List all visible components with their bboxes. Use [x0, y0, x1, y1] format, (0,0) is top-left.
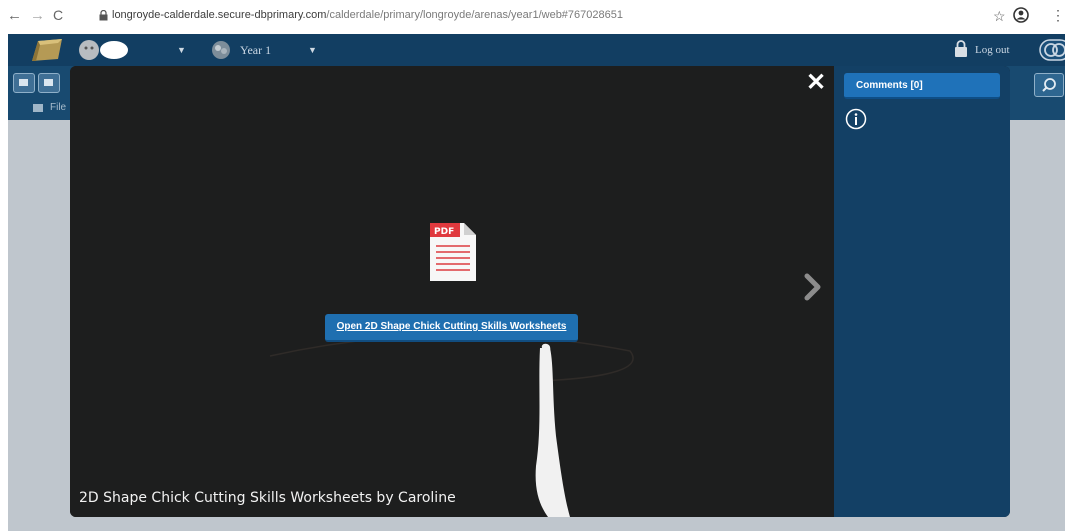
- comments-button[interactable]: Comments [0]: [844, 73, 1000, 99]
- db-primary-logo-icon[interactable]: [1039, 39, 1065, 61]
- forward-icon[interactable]: →: [30, 7, 45, 24]
- reload-icon[interactable]: C: [53, 7, 63, 23]
- address-bar[interactable]: longroyde-calderdale.secure-dbprimary.co…: [112, 9, 623, 21]
- info-icon[interactable]: [845, 108, 867, 130]
- next-arrow-icon[interactable]: [803, 272, 823, 302]
- browser-toolbar: ← → C longroyde-calderdale.secure-dbprim…: [0, 0, 1065, 34]
- url-path: /calderdale/primary/longroyde/arenas/yea…: [326, 9, 623, 21]
- account-icon[interactable]: [1013, 7, 1029, 23]
- open-file-button[interactable]: Open 2D Shape Chick Cutting Skills Works…: [325, 314, 578, 342]
- user-avatars-icon[interactable]: [78, 39, 130, 61]
- file-caption: 2D Shape Chick Cutting Skills Worksheets…: [79, 490, 456, 506]
- folder-icon: [33, 104, 43, 112]
- search-button[interactable]: [1034, 73, 1064, 97]
- app-header: ▼ Year 1 ▼ Log out: [8, 34, 1065, 66]
- kebab-menu-icon[interactable]: ⋮: [1051, 7, 1065, 24]
- back-icon[interactable]: ←: [7, 7, 22, 24]
- preview-area: PDF Open 2D Shape Chick Cutting Skills W…: [70, 66, 834, 517]
- background-artifact: [269, 333, 634, 517]
- folder-button[interactable]: [13, 73, 35, 93]
- files-label: File: [50, 102, 67, 113]
- tag-button[interactable]: [38, 73, 60, 93]
- close-icon[interactable]: ✕: [806, 70, 826, 96]
- school-logo-icon[interactable]: [28, 37, 66, 63]
- url-host: longroyde-calderdale.secure-dbprimary.co…: [112, 9, 327, 21]
- year-chevron-icon[interactable]: ▼: [308, 45, 317, 55]
- class-group-icon: [212, 41, 230, 59]
- logout-link[interactable]: Log out: [975, 44, 1010, 56]
- pdf-badge: PDF: [434, 227, 454, 237]
- file-preview-modal: PDF Open 2D Shape Chick Cutting Skills W…: [70, 66, 1010, 517]
- star-icon[interactable]: ☆: [993, 8, 1006, 25]
- lock-icon: [99, 10, 108, 21]
- search-icon: [1042, 78, 1056, 92]
- year-selector[interactable]: Year 1: [240, 43, 271, 58]
- padlock-icon: [955, 40, 967, 57]
- comments-panel: Comments [0]: [834, 66, 1010, 517]
- chevron-down-icon[interactable]: ▼: [177, 45, 186, 55]
- pdf-file-icon: PDF: [430, 223, 476, 281]
